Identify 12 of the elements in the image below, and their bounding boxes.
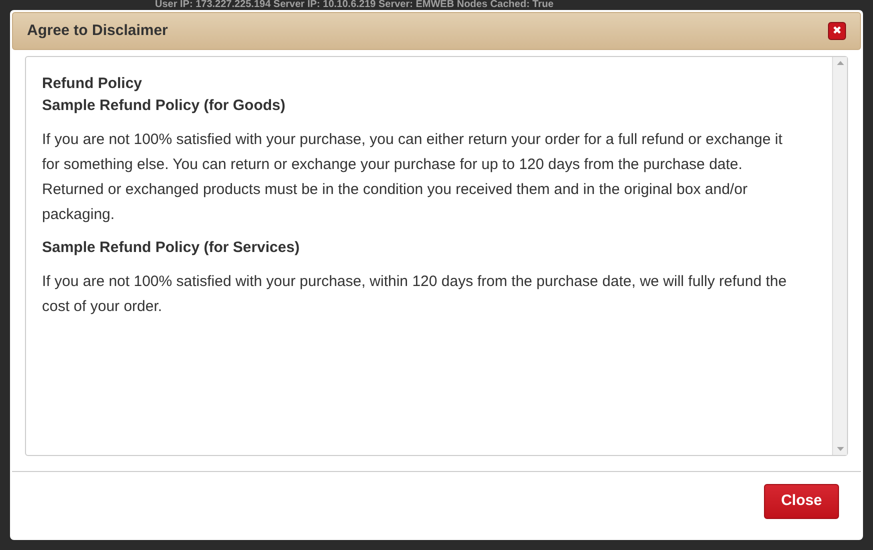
scrollbar[interactable] — [832, 57, 847, 455]
policy-title: Refund Policy — [42, 74, 144, 94]
dialog-title: Agree to Disclaimer — [27, 20, 168, 41]
scroll-down-icon[interactable] — [836, 447, 844, 451]
section-heading: Sample Refund Policy (for Goods) — [42, 96, 286, 116]
policy-paragraph: If you are not 100% satisfied with your purchase, you can either return your order for a full refund or exchange it for something else. You can return or exchange your purchase for up to 120 days from the purchase date. Returned or exchanged products must be in the condition you received them and in the original box and/or packaging. — [42, 130, 784, 225]
close-button[interactable]: Close — [764, 484, 839, 519]
close-icon[interactable]: ✖ — [828, 22, 846, 40]
status-line: User IP: 173.227.225.194 Server IP: 10.10.6.219 Server: EMWEB Nodes Cached: True — [155, 0, 554, 10]
scroll-up-icon[interactable] — [836, 61, 844, 65]
section-heading: Sample Refund Policy (for Services) — [42, 238, 301, 258]
policy-paragraph: If you are not 100% satisfied with your purchase, within 120 days from the purchase date, we will fully refund the cost of your order. — [42, 272, 788, 317]
